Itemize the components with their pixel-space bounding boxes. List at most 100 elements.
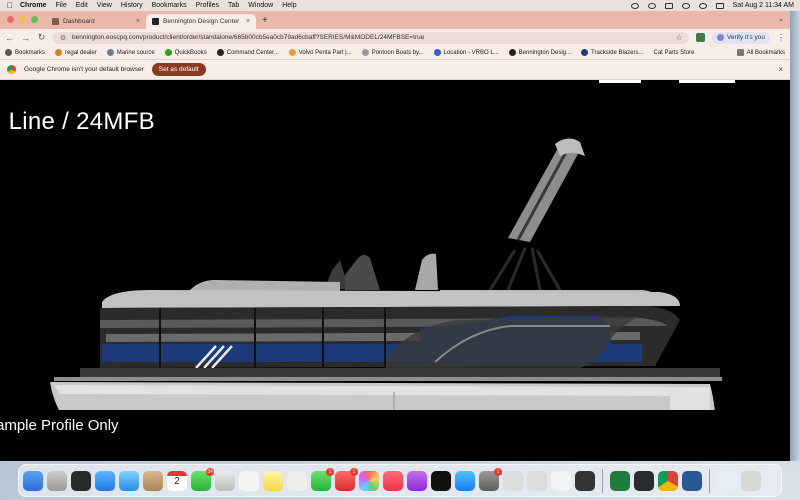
launchpad-icon[interactable] (47, 470, 67, 491)
apple-tv-icon[interactable] (431, 470, 451, 491)
forward-button[interactable]: → (21, 33, 30, 43)
mail-icon[interactable] (95, 470, 115, 491)
photos-icon[interactable] (359, 470, 379, 491)
bookmark-item[interactable]: Location - VRBO L... (433, 49, 499, 56)
bookmark-item[interactable]: QuickBooks (164, 49, 207, 56)
verify-label: Verify it's you (726, 34, 765, 41)
notion-icon[interactable] (634, 470, 654, 491)
bookmark-star-icon[interactable]: ☆ (676, 33, 683, 42)
chrome-icon[interactable] (658, 470, 678, 491)
trackside-icon (581, 49, 589, 56)
iphone-mirroring-icon[interactable] (575, 470, 595, 491)
address-bar[interactable]: ⚙ bennington.eoscpq.com/product/client/o… (53, 31, 689, 44)
new-tab-button[interactable]: + (256, 15, 274, 29)
site-info-icon[interactable]: ⚙ (59, 34, 67, 42)
reminders-icon[interactable] (239, 470, 259, 491)
reload-button[interactable]: ↻ (37, 32, 46, 43)
messages-icon[interactable]: 34 (191, 467, 214, 491)
bookmark-item[interactable]: Bookmarks (5, 49, 45, 56)
url-text[interactable]: bennington.eoscpq.com/product/client/ord… (72, 34, 424, 41)
extension-icon[interactable] (695, 33, 705, 42)
contacts-icon[interactable] (143, 470, 163, 491)
minimize-window-button[interactable] (19, 16, 26, 23)
set-as-default-button[interactable]: Set as default (151, 63, 206, 76)
menu-view[interactable]: View (97, 2, 112, 9)
bookmark-item[interactable]: Bennington Desig... (508, 49, 571, 56)
wifi-icon[interactable] (681, 2, 690, 9)
facetime-icon[interactable]: 1 (311, 467, 334, 491)
facetime-badge: 1 (326, 467, 334, 476)
trash-icon[interactable] (741, 470, 761, 491)
maps-icon[interactable] (215, 470, 235, 491)
menu-history[interactable]: History (121, 2, 143, 9)
menu-profiles[interactable]: Profiles (196, 2, 219, 9)
folder-icon (736, 49, 744, 56)
wave-icon (106, 49, 114, 56)
apple-menu-icon[interactable]:  (0, 1, 20, 10)
system-settings-icon[interactable]: 1 (479, 467, 502, 491)
status-icon-1[interactable] (630, 2, 639, 9)
boat-profile-image (50, 138, 722, 410)
fence-panels (100, 306, 680, 369)
bookmark-item[interactable]: Pontoon Boats by... (361, 49, 424, 56)
battery-icon[interactable] (664, 2, 673, 9)
control-center-icon[interactable] (715, 2, 724, 9)
safari-icon[interactable] (119, 470, 139, 491)
bookmark-item[interactable]: Trackside Blazers... (581, 49, 644, 56)
bookmark-item[interactable]: Command Center... (216, 49, 279, 56)
bookmark-item[interactable]: Volvo Penta Part |... (288, 49, 352, 56)
close-infobar-icon[interactable]: × (778, 65, 783, 74)
status-icon-2[interactable] (647, 2, 656, 9)
word-icon[interactable] (682, 470, 702, 491)
utility-icon-1[interactable] (503, 470, 523, 491)
apps-icon[interactable] (71, 470, 91, 491)
calendar-icon[interactable]: 2 (167, 470, 187, 491)
menu-file[interactable]: File (55, 2, 66, 9)
menu-edit[interactable]: Edit (76, 2, 88, 9)
tab-dashboard[interactable]: Dashboard × (46, 14, 146, 29)
freeform-icon[interactable] (287, 470, 307, 491)
back-button[interactable]: ← (5, 33, 14, 43)
menu-tab[interactable]: Tab (228, 2, 239, 9)
excel-icon[interactable] (610, 470, 630, 491)
star-icon (5, 49, 12, 56)
menubar-clock[interactable]: Sat Aug 2 11:34 AM (733, 2, 794, 9)
app-store-icon[interactable] (455, 470, 475, 491)
tab-bennington[interactable]: Bennington Design Center × (146, 14, 256, 29)
menu-help[interactable]: Help (282, 2, 296, 9)
tab-close-icon[interactable]: × (136, 18, 140, 25)
bookmark-item[interactable]: Cat Parts Store (654, 50, 695, 56)
tab-label: Dashboard (63, 18, 95, 25)
notes-icon[interactable] (263, 470, 283, 491)
mac-dock: 2 34 1 1 1 (18, 464, 782, 497)
podcasts-icon[interactable] (407, 470, 427, 491)
top-nav-clipped: ▬▬▬ ▬▬▬▬ (599, 80, 735, 86)
music-icon[interactable] (383, 470, 403, 491)
bookmarks-bar: Bookmarks regal dealer Marine source Qui… (0, 46, 790, 60)
news-badge: 1 (350, 467, 358, 476)
deck-trim (54, 377, 722, 381)
spotlight-icon[interactable] (698, 2, 707, 9)
finder-icon[interactable] (23, 470, 43, 491)
all-bookmarks-button[interactable]: All Bookmarks (736, 49, 785, 56)
downloads-icon[interactable] (717, 470, 737, 491)
bookmark-item[interactable]: Marine source (106, 49, 155, 56)
system-badge: 1 (494, 467, 502, 476)
menu-chrome[interactable]: Chrome (20, 2, 46, 9)
menu-bookmarks[interactable]: Bookmarks (152, 2, 187, 9)
verify-profile-button[interactable]: Verify it's you (711, 31, 770, 44)
chrome-logo-icon (7, 65, 16, 74)
tab-search-icon[interactable]: ⌄ (778, 15, 784, 23)
chrome-menu-icon[interactable]: ⋮ (777, 33, 785, 42)
tab-close-icon[interactable]: × (246, 18, 250, 25)
news-icon[interactable]: 1 (335, 467, 358, 491)
tool-icon[interactable] (551, 470, 571, 491)
menu-window[interactable]: Window (248, 2, 273, 9)
browser-toolbar: ← → ↻ ⚙ bennington.eoscpq.com/product/cl… (0, 29, 790, 46)
zoom-window-button[interactable] (31, 16, 38, 23)
bimini-top (488, 138, 585, 291)
utility-icon-2[interactable] (527, 470, 547, 491)
window-controls (0, 16, 46, 29)
close-window-button[interactable] (7, 16, 14, 23)
bookmark-item[interactable]: regal dealer (55, 49, 97, 56)
